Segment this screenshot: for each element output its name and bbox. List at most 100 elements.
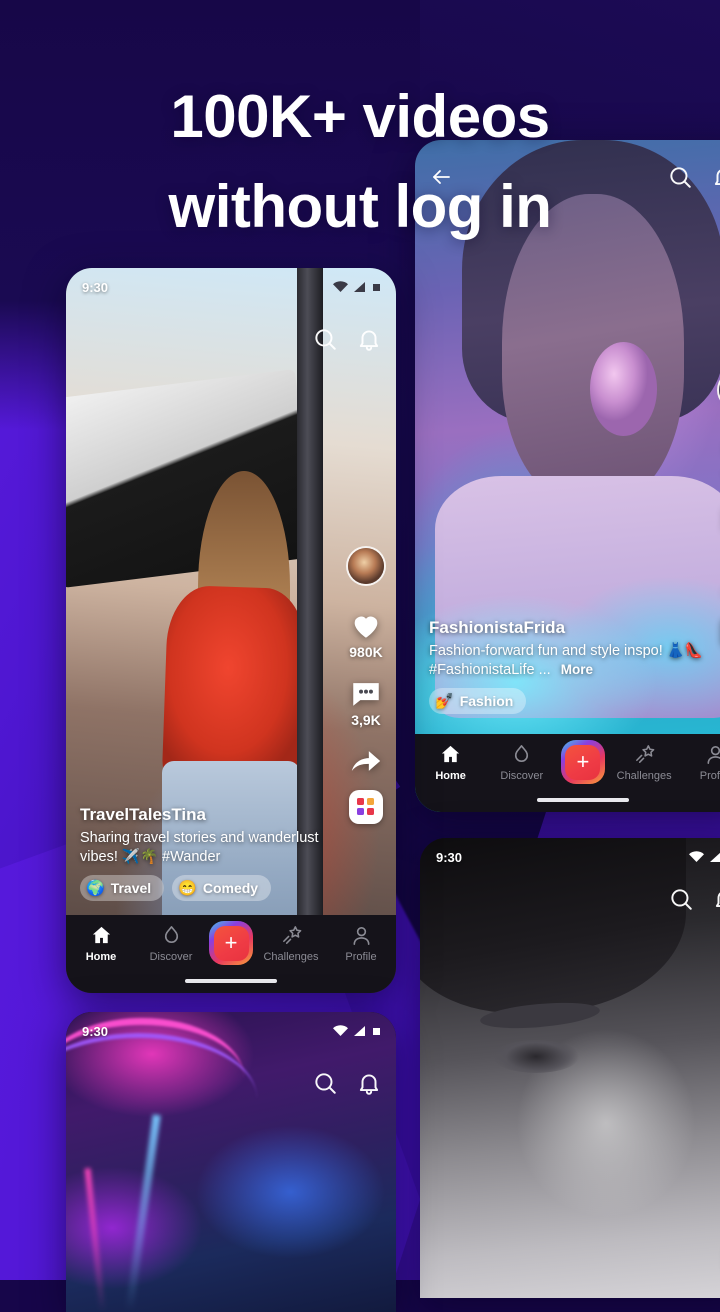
- share-arrow-icon[interactable]: [349, 744, 383, 778]
- heart-icon[interactable]: [349, 608, 383, 642]
- status-icons: [333, 1025, 380, 1037]
- nav-item-discover[interactable]: Discover: [139, 924, 203, 963]
- headline-line-2: without log in: [168, 173, 552, 240]
- home-indicator: [537, 798, 629, 802]
- status-bar-bw: 9:30: [420, 838, 720, 876]
- caption-text: Fashion-forward fun and style inspo! 👗👠 …: [429, 642, 711, 680]
- username[interactable]: FashionistaFrida: [429, 618, 711, 638]
- video-background-neon: [66, 1012, 396, 1312]
- top-bar-neon: [66, 1060, 396, 1106]
- bell-icon[interactable]: [356, 1070, 382, 1096]
- search-icon[interactable]: [668, 886, 694, 912]
- tag-chip[interactable]: 😁 Comedy: [172, 875, 272, 901]
- bottom-nav-fashion: Home Discover + Challenges Prof: [415, 734, 720, 812]
- create-button[interactable]: +: [209, 921, 253, 965]
- chip-emoji-icon: 🌍: [86, 880, 105, 897]
- nav-label-profile: Profile: [699, 770, 720, 782]
- status-bar-neon: 9:30: [66, 1012, 396, 1050]
- avatar[interactable]: [346, 546, 386, 586]
- like-action-travel[interactable]: 980K: [349, 608, 383, 670]
- photo-detail-neon-streak-2: [84, 1168, 106, 1312]
- nav-item-profile[interactable]: Profile: [683, 743, 720, 782]
- comment-count: 3,9K: [351, 712, 381, 728]
- status-time: 9:30: [82, 1023, 109, 1039]
- shooting-star-icon: [635, 745, 655, 763]
- nav-label-discover: Discover: [500, 770, 544, 782]
- action-rail-travel: 980K 3,9K: [346, 546, 386, 824]
- nav-item-profile[interactable]: Profile: [329, 924, 393, 963]
- chip-emoji-icon: 💅: [435, 693, 454, 710]
- plus-icon: +: [565, 744, 601, 780]
- home-icon: [441, 745, 460, 763]
- app-grid-icon: [357, 798, 374, 815]
- page-title: 100K+ videos without log in: [0, 72, 720, 252]
- signal-icon: [354, 1026, 365, 1036]
- nav-item-home[interactable]: Home: [69, 924, 133, 963]
- nav-label-challenges: Challenges: [616, 770, 672, 782]
- comment-action-travel[interactable]: 3,9K: [349, 676, 383, 738]
- nav-label-challenges: Challenges: [263, 951, 319, 963]
- nav-label-home: Home: [435, 770, 466, 782]
- bottom-nav-travel: Home Discover + Challenges Profile: [66, 915, 396, 993]
- home-icon: [92, 926, 110, 944]
- battery-icon: [373, 1027, 380, 1035]
- flame-icon: [164, 926, 178, 944]
- nav-item-challenges[interactable]: Challenges: [612, 743, 676, 782]
- caption-block-travel: TravelTalesTina Sharing travel stories a…: [80, 805, 324, 901]
- comment-icon[interactable]: [349, 676, 383, 710]
- status-bar-travel: 9:30: [66, 268, 396, 306]
- nav-item-challenges[interactable]: Challenges: [259, 924, 323, 963]
- top-bar-bw: [420, 876, 720, 922]
- person-icon: [352, 927, 370, 945]
- wifi-icon: [689, 851, 704, 862]
- chip-label: Travel: [110, 880, 152, 896]
- phone-screen-neon: 9:30: [66, 1012, 396, 1312]
- search-icon[interactable]: [312, 1070, 338, 1096]
- signal-icon: [354, 282, 365, 292]
- create-button[interactable]: +: [560, 740, 605, 784]
- tag-chip[interactable]: 💅 Fashion: [429, 688, 527, 714]
- nav-label-home: Home: [85, 951, 117, 963]
- bell-icon[interactable]: [712, 886, 720, 912]
- nav-label-profile: Profile: [345, 951, 377, 963]
- tag-chip[interactable]: 🌍 Travel: [80, 875, 165, 901]
- plus-icon: +: [213, 925, 249, 961]
- status-time: 9:30: [436, 849, 463, 865]
- chip-label: Comedy: [202, 880, 259, 896]
- wifi-icon: [333, 1025, 348, 1036]
- tag-chips-travel: 🌍 Travel 😁 Comedy: [80, 875, 324, 901]
- tag-chips-fashion: 💅 Fashion: [429, 688, 711, 714]
- headline-line-1: 100K+ videos: [170, 83, 550, 150]
- chip-emoji-icon: 😁: [178, 880, 197, 897]
- nav-label-discover: Discover: [149, 951, 193, 963]
- shooting-star-icon: [282, 926, 301, 944]
- phone-mockup-neon: 9:30: [66, 1012, 396, 1312]
- photo-detail-bubblegum: [589, 341, 657, 436]
- photo-detail-neon-streak-1: [124, 1114, 161, 1312]
- username[interactable]: TravelTalesTina: [80, 805, 324, 825]
- search-icon[interactable]: [312, 326, 338, 352]
- home-indicator: [185, 979, 277, 983]
- nav-item-discover[interactable]: Discover: [490, 743, 554, 782]
- wifi-icon: [333, 281, 348, 292]
- photo-detail-eye: [493, 1040, 580, 1073]
- top-bar-travel: [66, 316, 396, 362]
- status-icons: [689, 851, 720, 863]
- battery-icon: [373, 283, 380, 291]
- phone-mockup-bw: 9:30 3.6K: [420, 838, 720, 1298]
- signal-icon: [710, 852, 720, 862]
- status-time: 9:30: [82, 279, 109, 295]
- phone-screen-travel: 9:30 980K 3,9K TravelTalesTina Sharing t…: [66, 268, 396, 993]
- share-app-icon[interactable]: [349, 790, 383, 824]
- caption-block-fashion: FashionistaFrida Fashion-forward fun and…: [429, 618, 711, 714]
- caption-text: Sharing travel stories and wanderlust vi…: [80, 829, 319, 865]
- bell-icon[interactable]: [356, 326, 382, 352]
- nav-item-home[interactable]: Home: [419, 743, 483, 782]
- phone-screen-bw: 9:30 3.6K: [420, 838, 720, 1298]
- more-link[interactable]: More: [561, 662, 593, 677]
- like-count: 980K: [349, 644, 383, 660]
- status-icons: [333, 281, 380, 293]
- flame-icon: [515, 745, 529, 763]
- phone-mockup-travel: 9:30 980K 3,9K TravelTalesTina Sharing t…: [66, 268, 396, 993]
- chip-label: Fashion: [459, 693, 514, 709]
